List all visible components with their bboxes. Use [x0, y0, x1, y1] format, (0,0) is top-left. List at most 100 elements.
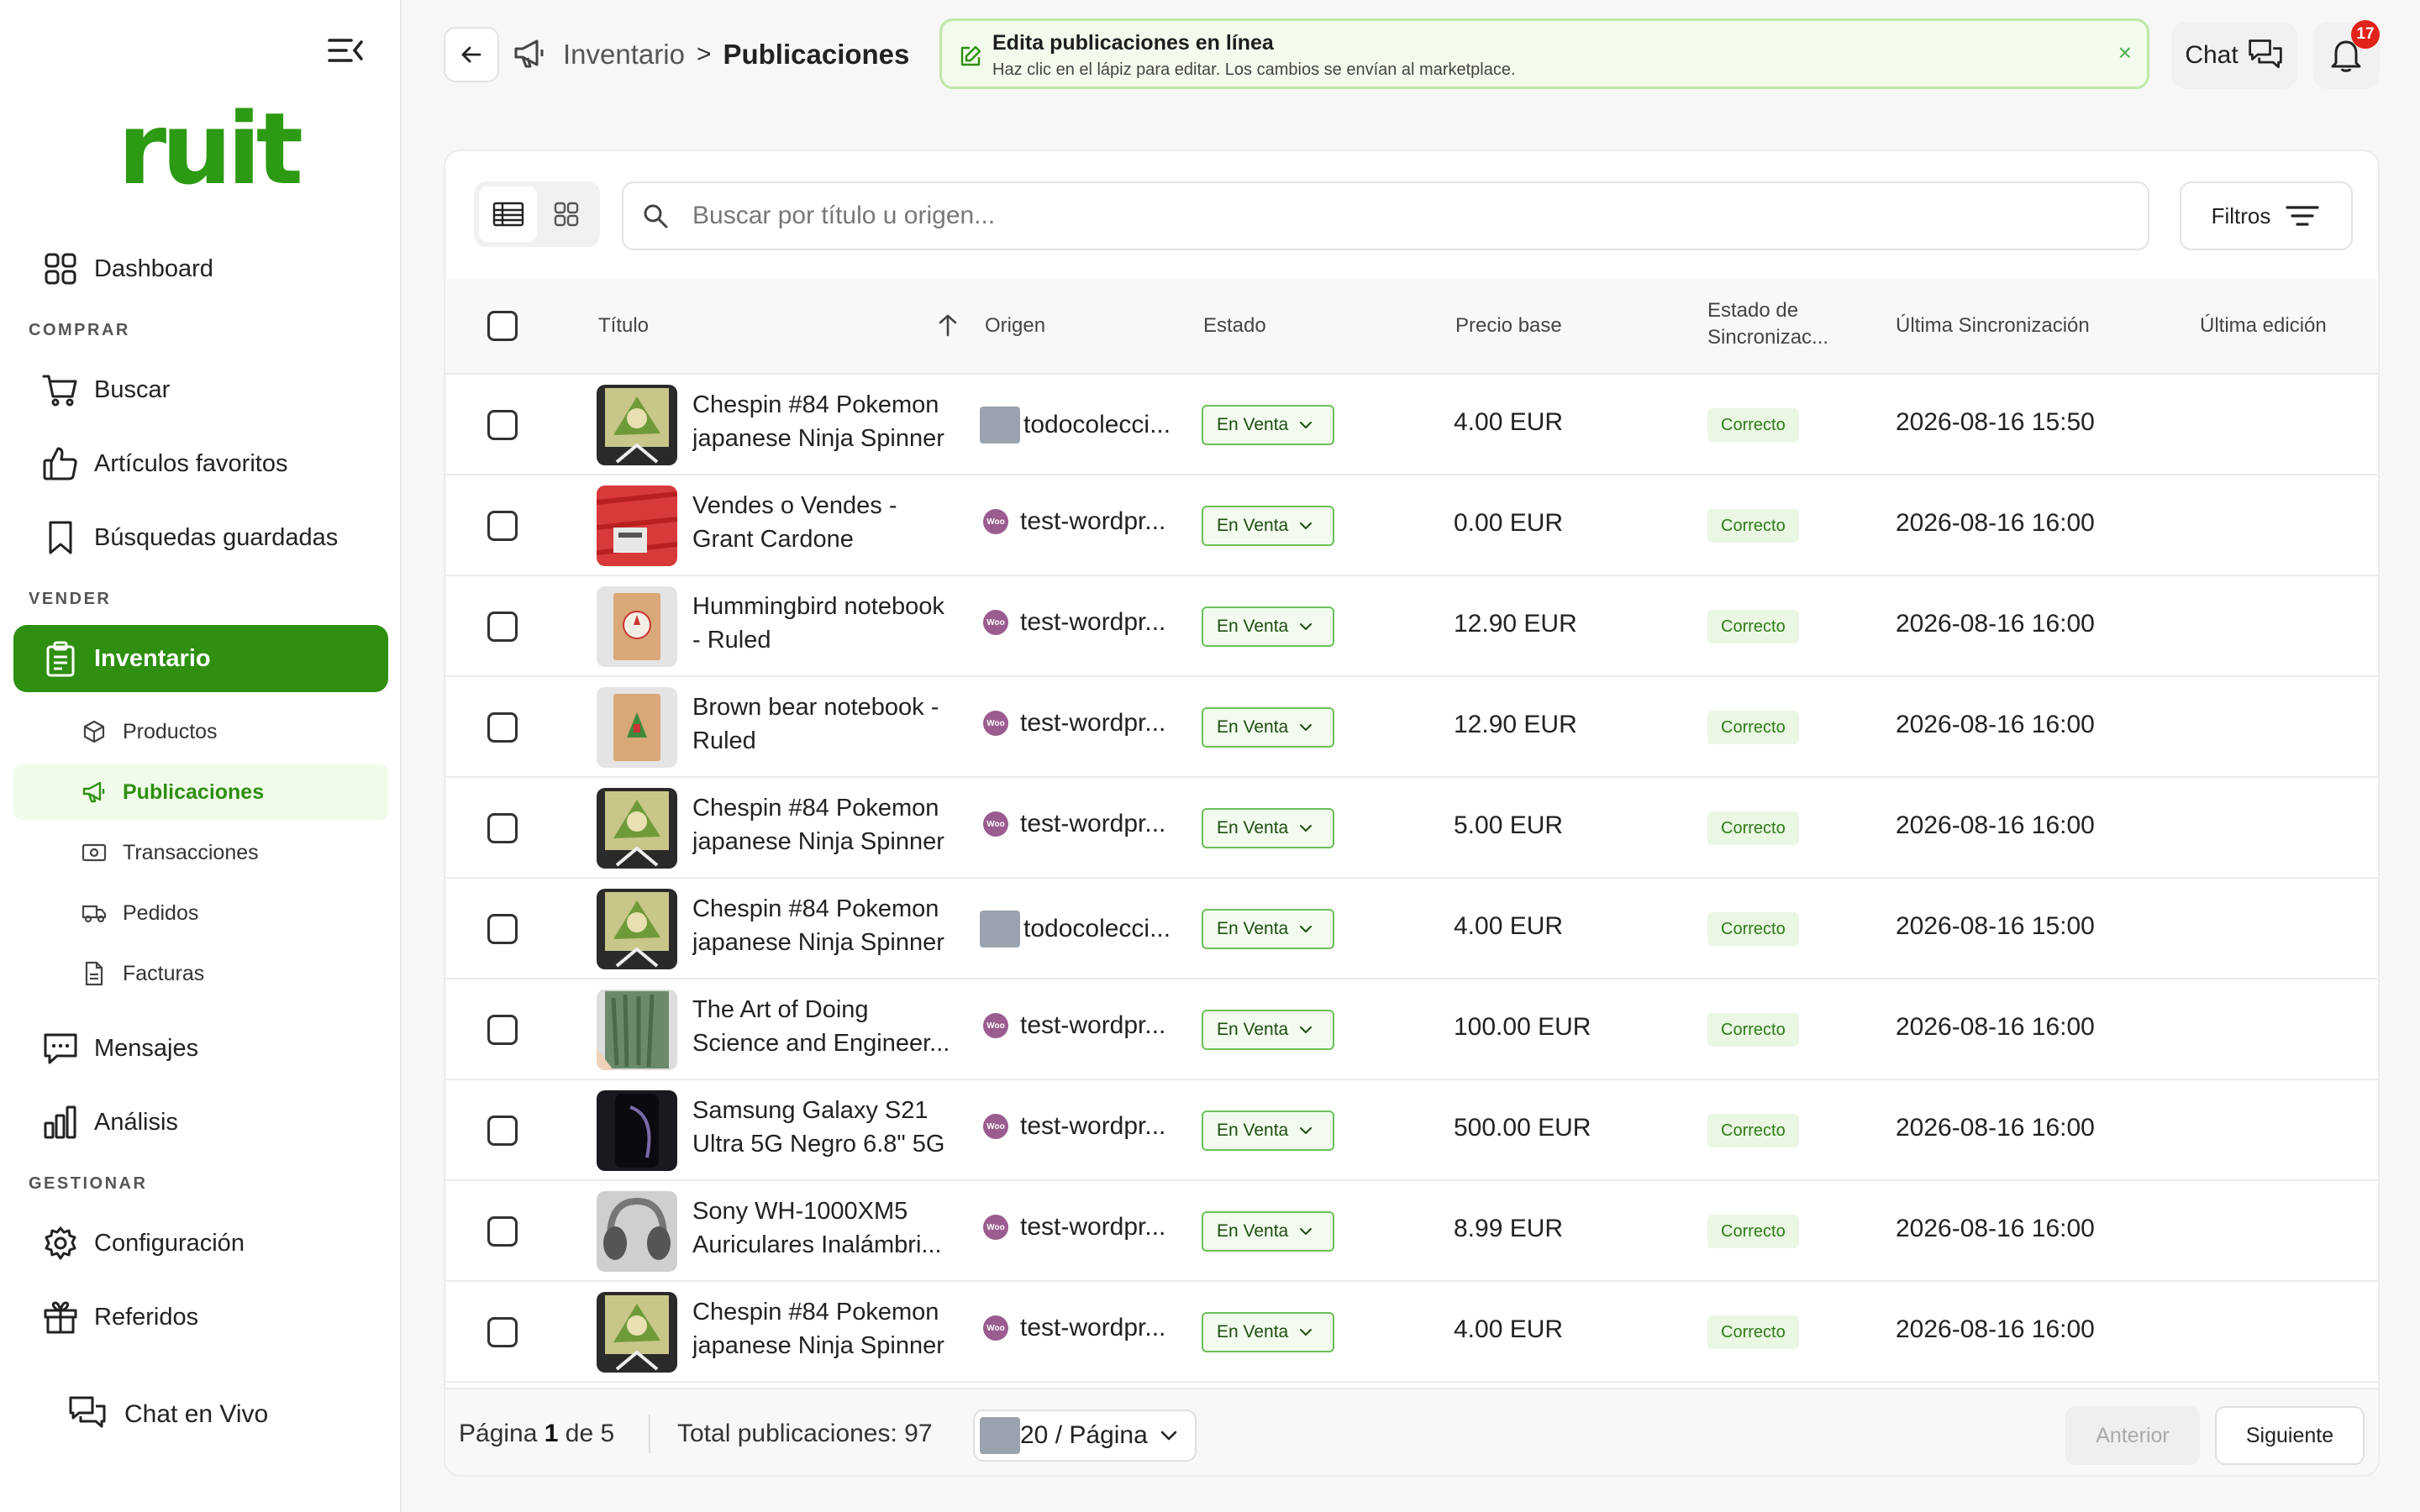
table-row[interactable]: Chespin #84 Pokemon japanese Ninja Spinne… — [445, 1282, 2378, 1383]
status-select[interactable]: En Venta — [1202, 1211, 1334, 1252]
status-select[interactable]: En Venta — [1202, 1110, 1334, 1151]
table-row[interactable]: Hummingbird notebook - Ruled Woo test-wordp… — [445, 576, 2378, 677]
row-checkbox[interactable] — [487, 1216, 518, 1247]
table-row[interactable]: Brown bear notebook - Ruled Woo test-wordpr… — [445, 677, 2378, 778]
nav-dashboard[interactable]: Dashboard — [13, 235, 388, 302]
live-chat-button[interactable]: Chat en Vivo — [67, 1394, 268, 1435]
prev-page-button[interactable]: Anterior — [2065, 1406, 2200, 1465]
table-view-button[interactable] — [479, 186, 537, 242]
nav-referidos[interactable]: Referidos — [13, 1284, 388, 1351]
filters-button[interactable]: Filtros — [2180, 181, 2353, 250]
nav-publicaciones[interactable]: Publicaciones — [13, 764, 388, 820]
col-ultima-sync[interactable]: Última Sincronización — [1896, 312, 2090, 339]
col-precio[interactable]: Precio base — [1455, 312, 1562, 339]
product-thumbnail[interactable] — [597, 990, 677, 1070]
product-thumbnail[interactable] — [597, 1090, 677, 1171]
nav-pedidos[interactable]: Pedidos — [13, 885, 388, 941]
table-row[interactable]: Chespin #84 Pokemon japanese Ninja Spinne… — [445, 879, 2378, 979]
row-checkbox[interactable] — [487, 612, 518, 642]
listing-title[interactable]: The Art of Doing Science and Engineer... — [692, 993, 970, 1060]
nav-analisis[interactable]: Análisis — [13, 1089, 388, 1156]
listing-title[interactable]: Chespin #84 Pokemon japanese Ninja Spinne… — [692, 892, 970, 959]
listing-title[interactable]: Hummingbird notebook - Ruled — [692, 590, 970, 657]
product-thumbnail[interactable] — [597, 788, 677, 869]
chat-button[interactable]: Chat — [2171, 22, 2297, 89]
close-icon[interactable]: × — [2118, 39, 2132, 66]
row-checkbox[interactable] — [487, 1116, 518, 1146]
nav-transacciones[interactable]: Transacciones — [13, 825, 388, 880]
sync-status-badge: Correcto — [1707, 408, 1799, 442]
table-row[interactable]: Chespin #84 Pokemon japanese Ninja Spinne… — [445, 778, 2378, 879]
listing-title[interactable]: Vendes o Vendes - Grant Cardone — [692, 489, 970, 556]
sort-arrow-up-icon[interactable] — [936, 312, 960, 338]
row-checkbox[interactable] — [487, 712, 518, 743]
origin-name: test-wordpr... — [1020, 810, 1166, 837]
listing-title-line1: The Art of Doing — [692, 996, 869, 1023]
listing-title[interactable]: Samsung Galaxy S21 Ultra 5G Negro 6.8" 5G — [692, 1094, 970, 1161]
nav-facturas[interactable]: Facturas — [13, 946, 388, 1001]
table-row[interactable]: Vendes o Vendes - Grant Cardone Woo test-wo… — [445, 475, 2378, 576]
breadcrumb-inventario[interactable]: Inventario — [563, 39, 685, 71]
chevron-down-icon — [1158, 1425, 1180, 1446]
listing-title[interactable]: Sony WH-1000XM5 Auriculares Inalámbri... — [692, 1194, 970, 1262]
status-value: En Venta — [1217, 1020, 1289, 1039]
col-estado-sync[interactable]: Estado de Sincronizac... — [1707, 297, 1828, 351]
row-checkbox[interactable] — [487, 1015, 518, 1045]
document-icon — [81, 960, 108, 987]
row-checkbox[interactable] — [487, 511, 518, 541]
nav-buscar[interactable]: Buscar — [13, 356, 388, 423]
product-thumbnail[interactable] — [597, 889, 677, 969]
row-checkbox[interactable] — [487, 813, 518, 843]
nav-busquedas[interactable]: Búsquedas guardadas — [13, 504, 388, 571]
notifications-button[interactable]: 17 — [2312, 20, 2380, 89]
origin-name: test-wordpr... — [1020, 1314, 1166, 1341]
listing-title[interactable]: Chespin #84 Pokemon japanese Ninja Spinne… — [692, 1295, 970, 1362]
product-thumbnail[interactable] — [597, 486, 677, 566]
select-all-checkbox[interactable] — [487, 311, 518, 341]
listing-title[interactable]: Chespin #84 Pokemon japanese Ninja Spinne… — [692, 791, 970, 858]
table-row[interactable]: Samsung Galaxy S21 Ultra 5G Negro 6.8" 5G… — [445, 1080, 2378, 1181]
last-sync-time: 2026-08-16 16:00 — [1896, 1315, 2095, 1343]
product-thumbnail[interactable] — [597, 687, 677, 768]
nav-productos[interactable]: Productos — [13, 704, 388, 759]
status-select[interactable]: En Venta — [1202, 405, 1334, 445]
status-select[interactable]: En Venta — [1202, 808, 1334, 848]
grid-view-button[interactable] — [537, 186, 595, 242]
listing-title[interactable]: Brown bear notebook - Ruled — [692, 690, 970, 758]
per-page-select[interactable]: 20 / Página — [973, 1410, 1197, 1462]
status-select[interactable]: En Venta — [1202, 707, 1334, 748]
col-origen[interactable]: Origen — [985, 312, 1045, 339]
nav-configuracion[interactable]: Configuración — [13, 1210, 388, 1277]
pagination: Página 1 de 5 Total publicaciones: 97 20… — [445, 1388, 2378, 1475]
table-row[interactable]: Chespin #84 Pokemon japanese Ninja Spinne… — [445, 375, 2378, 475]
row-checkbox[interactable] — [487, 914, 518, 944]
status-select[interactable]: En Venta — [1202, 1312, 1334, 1352]
product-thumbnail[interactable] — [597, 385, 677, 465]
back-button[interactable] — [444, 27, 499, 82]
product-thumbnail[interactable] — [597, 1292, 677, 1373]
product-thumbnail[interactable] — [597, 1191, 677, 1272]
col-titulo[interactable]: Título — [598, 312, 649, 339]
nav-inventario[interactable]: Inventario — [13, 625, 388, 692]
nav-favoritos[interactable]: Artículos favoritos — [13, 430, 388, 497]
next-page-button[interactable]: Siguiente — [2215, 1406, 2365, 1465]
chevron-down-icon — [1298, 1123, 1313, 1138]
product-thumbnail[interactable] — [597, 586, 677, 667]
last-sync-time: 2026-08-16 16:00 — [1896, 509, 2095, 537]
status-select[interactable]: En Venta — [1202, 909, 1334, 949]
table-row[interactable]: Sony WH-1000XM5 Auriculares Inalámbri... W… — [445, 1181, 2378, 1282]
row-checkbox[interactable] — [487, 410, 518, 440]
status-select[interactable]: En Venta — [1202, 606, 1334, 647]
row-checkbox[interactable] — [487, 1317, 518, 1347]
status-select[interactable]: En Venta — [1202, 506, 1334, 546]
table-row[interactable]: The Art of Doing Science and Engineer... W… — [445, 979, 2378, 1080]
search-input[interactable] — [692, 202, 1953, 230]
col-ultima-edicion[interactable]: Última edición — [2200, 312, 2327, 339]
status-select[interactable]: En Venta — [1202, 1010, 1334, 1050]
collapse-sidebar-icon[interactable] — [326, 34, 366, 67]
col-estado[interactable]: Estado — [1203, 312, 1266, 339]
listing-title[interactable]: Chespin #84 Pokemon japanese Ninja Spinne… — [692, 388, 970, 455]
logo[interactable]: ruit — [118, 99, 303, 198]
truck-icon — [81, 900, 108, 927]
nav-mensajes[interactable]: Mensajes — [13, 1015, 388, 1082]
